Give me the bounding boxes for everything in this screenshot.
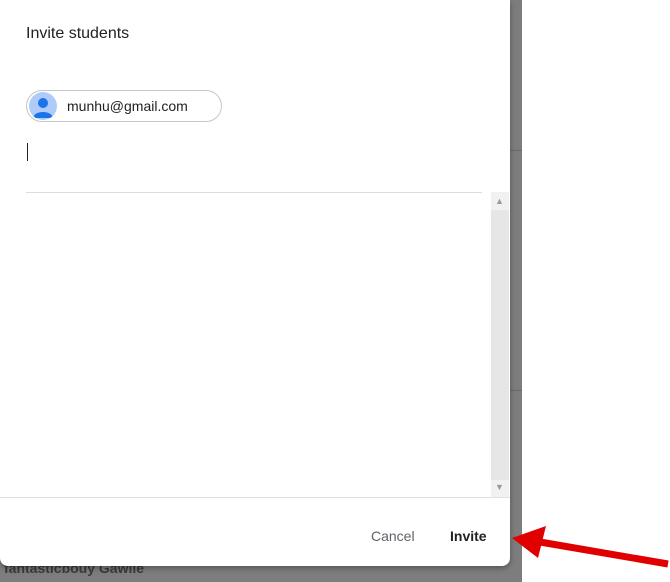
footer-divider xyxy=(0,497,510,498)
email-input-caret[interactable] xyxy=(27,143,28,161)
dialog-title: Invite students xyxy=(26,25,130,42)
person-avatar-icon xyxy=(29,92,57,120)
backdrop-row-divider xyxy=(508,150,522,151)
cancel-button[interactable]: Cancel xyxy=(371,528,415,544)
recipient-chip-label: munhu@gmail.com xyxy=(67,98,188,114)
red-arrow-icon xyxy=(512,526,669,568)
scroll-up-icon[interactable]: ▲ xyxy=(495,196,504,206)
recipient-chip[interactable]: munhu@gmail.com xyxy=(26,90,222,122)
scrollbar-thumb[interactable] xyxy=(491,210,509,480)
backdrop-row-divider xyxy=(508,390,522,391)
input-divider xyxy=(26,192,482,193)
scroll-down-icon[interactable]: ▼ xyxy=(495,482,504,492)
invite-button[interactable]: Invite xyxy=(450,528,487,544)
invite-students-dialog: Invite students munhu@gmail.com ▲ ▼ Canc… xyxy=(0,0,510,566)
